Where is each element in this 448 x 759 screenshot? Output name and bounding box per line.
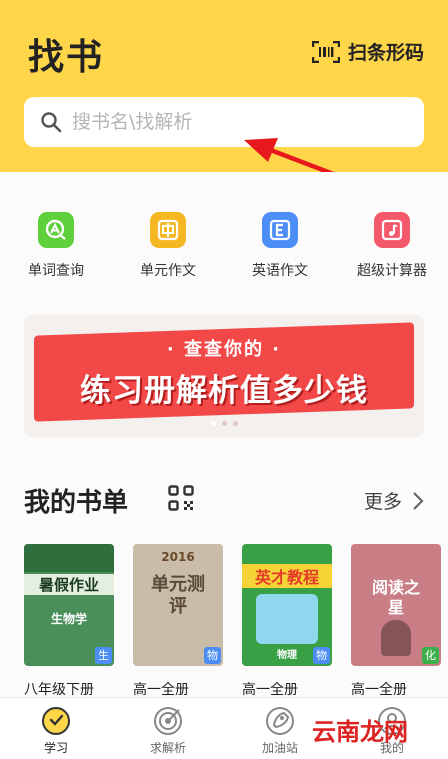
- tool-label: 单词查询: [28, 263, 84, 279]
- watermark: 云南龙网: [312, 717, 408, 746]
- book-item[interactable]: 阅读之星 化 高一全册: [351, 544, 441, 699]
- banner-pagination: [24, 421, 424, 426]
- subject-badge: 物: [204, 647, 221, 664]
- cover-title: 暑假作业: [24, 574, 114, 595]
- tab-solutions[interactable]: 求解析: [112, 698, 224, 759]
- booklist-title: 我的书单: [24, 488, 129, 518]
- tool-word-search[interactable]: 单词查询: [0, 212, 112, 280]
- cover-subtitle: 2016: [161, 550, 195, 564]
- book-list: 暑假作业 生物学 生 八年级下册 2016 单元测评 物 高一全册 英才教程 物…: [24, 544, 441, 699]
- english-essay-icon: [262, 212, 298, 248]
- tab-study[interactable]: 学习: [0, 698, 112, 759]
- pagination-dot[interactable]: [221, 421, 227, 426]
- tab-label: 学习: [43, 741, 68, 755]
- subject-badge: 生: [95, 647, 112, 664]
- barcode-icon: [311, 40, 340, 63]
- pagination-dot[interactable]: [232, 421, 238, 426]
- tool-english-essay[interactable]: 英语作文: [224, 212, 336, 280]
- tool-super-calculator[interactable]: 超级计算器: [336, 212, 448, 280]
- rocket-icon: [266, 707, 294, 735]
- book-cover: 英才教程 物理 物: [242, 544, 332, 666]
- book-name: 高一全册: [133, 682, 189, 698]
- promo-banner[interactable]: · 查查你的 · 练习册解析值多少钱: [24, 315, 424, 437]
- search-icon: [41, 112, 62, 133]
- cover-title: 阅读之星: [371, 578, 420, 617]
- pagination-dot[interactable]: [210, 421, 216, 426]
- word-search-icon: [38, 212, 74, 248]
- more-label: 更多: [363, 491, 402, 513]
- banner-title: 练习册解析值多少钱: [80, 373, 368, 409]
- tool-label: 超级计算器: [357, 263, 427, 279]
- chevron-right-icon: [413, 491, 424, 510]
- book-name: 八年级下册: [24, 682, 94, 698]
- main-content: 单词查询 单元作文 英语作文 超级计算器 · 查查你的 · 练习册解析值多少钱: [0, 172, 448, 699]
- tab-label: 求解析: [149, 741, 186, 755]
- qr-code-icon[interactable]: [168, 485, 194, 511]
- unit-essay-icon: [150, 212, 186, 248]
- banner-subtitle: · 查查你的 ·: [166, 339, 282, 360]
- book-cover: 2016 单元测评 物: [133, 544, 223, 666]
- book-name: 高一全册: [242, 682, 298, 698]
- cover-title: 英才教程: [242, 564, 332, 588]
- super-calculator-icon: [374, 212, 410, 248]
- book-name: 高一全册: [351, 682, 407, 698]
- target-icon: [154, 707, 182, 735]
- more-link[interactable]: 更多: [364, 487, 424, 514]
- tool-grid: 单词查询 单元作文 英语作文 超级计算器: [0, 212, 448, 280]
- scan-barcode-button[interactable]: 扫条形码: [311, 38, 424, 65]
- subject-badge: 化: [422, 647, 439, 664]
- study-icon: [42, 707, 70, 735]
- book-item[interactable]: 2016 单元测评 物 高一全册: [133, 544, 223, 699]
- tool-label: 单元作文: [140, 263, 196, 279]
- tool-unit-essay[interactable]: 单元作文: [112, 212, 224, 280]
- subject-badge: 物: [313, 647, 330, 664]
- book-cover: 暑假作业 生物学 生: [24, 544, 114, 666]
- cover-subtitle: 生物学: [50, 612, 87, 626]
- book-item[interactable]: 英才教程 物理 物 高一全册: [242, 544, 332, 699]
- book-cover: 阅读之星 化: [351, 544, 441, 666]
- cover-title: 单元测评: [151, 574, 205, 617]
- scan-barcode-label: 扫条形码: [347, 42, 424, 64]
- tool-label: 英语作文: [252, 263, 308, 279]
- tab-label: 加油站: [261, 741, 298, 755]
- page-title: 找书: [28, 37, 105, 78]
- book-item[interactable]: 暑假作业 生物学 生 八年级下册: [24, 544, 114, 699]
